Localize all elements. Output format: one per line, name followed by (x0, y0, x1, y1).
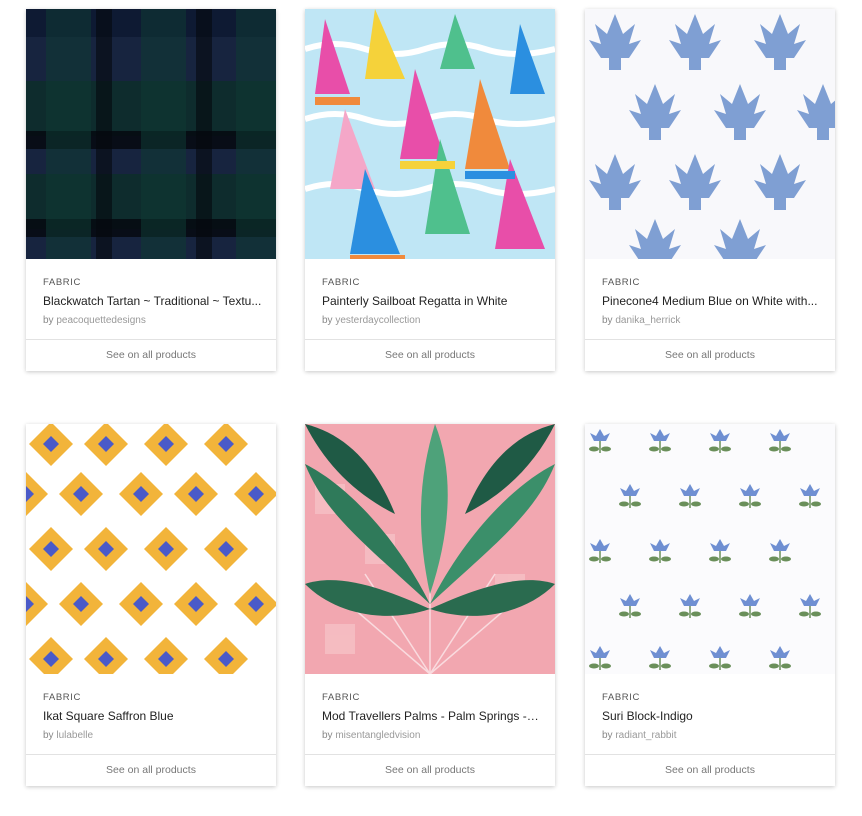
category-label: FABRIC (322, 277, 360, 288)
floral-block-pattern (585, 424, 835, 674)
see-on-all-products-button[interactable]: See on all products (585, 754, 835, 786)
designer-line: by lulabelle (43, 730, 262, 741)
product-card[interactable]: FABRIC Painterly Sailboat Regatta in Whi… (305, 9, 555, 371)
see-on-all-products-button[interactable]: See on all products (305, 754, 555, 786)
palms-pattern (305, 424, 555, 674)
designer-link[interactable]: peacoquettedesigns (56, 315, 146, 326)
sailboat-pattern (305, 9, 555, 259)
see-on-all-products-button[interactable]: See on all products (305, 339, 555, 371)
designer-line: by peacoquettedesigns (43, 315, 262, 326)
by-prefix: by (602, 315, 613, 326)
see-on-all-products-button[interactable]: See on all products (585, 339, 835, 371)
designer-link[interactable]: lulabelle (56, 730, 93, 741)
fabric-swatch-image[interactable] (26, 9, 276, 259)
designer-link[interactable]: radiant_rabbit (615, 730, 676, 741)
designer-link[interactable]: danika_herrick (615, 315, 680, 326)
by-prefix: by (43, 315, 54, 326)
by-prefix: by (322, 315, 333, 326)
product-card[interactable]: FABRIC Blackwatch Tartan ~ Traditional ~… (26, 9, 276, 371)
fabric-swatch-image[interactable] (26, 424, 276, 674)
category-label: FABRIC (43, 692, 81, 703)
fabric-swatch-image[interactable] (585, 424, 835, 674)
designer-line: by misentangledvision (322, 730, 541, 741)
tartan-pattern (26, 9, 276, 259)
product-card[interactable]: FABRIC Suri Block-Indigo by radiant_rabb… (585, 424, 835, 786)
category-label: FABRIC (322, 692, 360, 703)
designer-link[interactable]: misentangledvision (335, 730, 420, 741)
designer-line: by radiant_rabbit (602, 730, 821, 741)
designer-link[interactable]: yesterdaycollection (335, 315, 420, 326)
product-title[interactable]: Mod Travellers Palms - Palm Springs - g.… (322, 709, 541, 723)
category-label: FABRIC (602, 692, 640, 703)
ikat-pattern (26, 424, 276, 674)
product-card[interactable]: FABRIC Ikat Square Saffron Blue by lulab… (26, 424, 276, 786)
product-title[interactable]: Painterly Sailboat Regatta in White (322, 294, 541, 308)
by-prefix: by (43, 730, 54, 741)
category-label: FABRIC (602, 277, 640, 288)
category-label: FABRIC (43, 277, 81, 288)
by-prefix: by (602, 730, 613, 741)
product-title[interactable]: Pinecone4 Medium Blue on White with... (602, 294, 821, 308)
product-card[interactable]: FABRIC Pinecone4 Medium Blue on White wi… (585, 9, 835, 371)
designer-line: by yesterdaycollection (322, 315, 541, 326)
by-prefix: by (322, 730, 333, 741)
see-on-all-products-button[interactable]: See on all products (26, 339, 276, 371)
fabric-swatch-image[interactable] (585, 9, 835, 259)
designer-line: by danika_herrick (602, 315, 821, 326)
product-title[interactable]: Suri Block-Indigo (602, 709, 821, 723)
see-on-all-products-button[interactable]: See on all products (26, 754, 276, 786)
pinecone-pattern (585, 9, 835, 259)
product-title[interactable]: Ikat Square Saffron Blue (43, 709, 262, 723)
fabric-swatch-image[interactable] (305, 9, 555, 259)
product-title[interactable]: Blackwatch Tartan ~ Traditional ~ Textu.… (43, 294, 262, 308)
product-card[interactable]: FABRIC Mod Travellers Palms - Palm Sprin… (305, 424, 555, 786)
fabric-swatch-image[interactable] (305, 424, 555, 674)
